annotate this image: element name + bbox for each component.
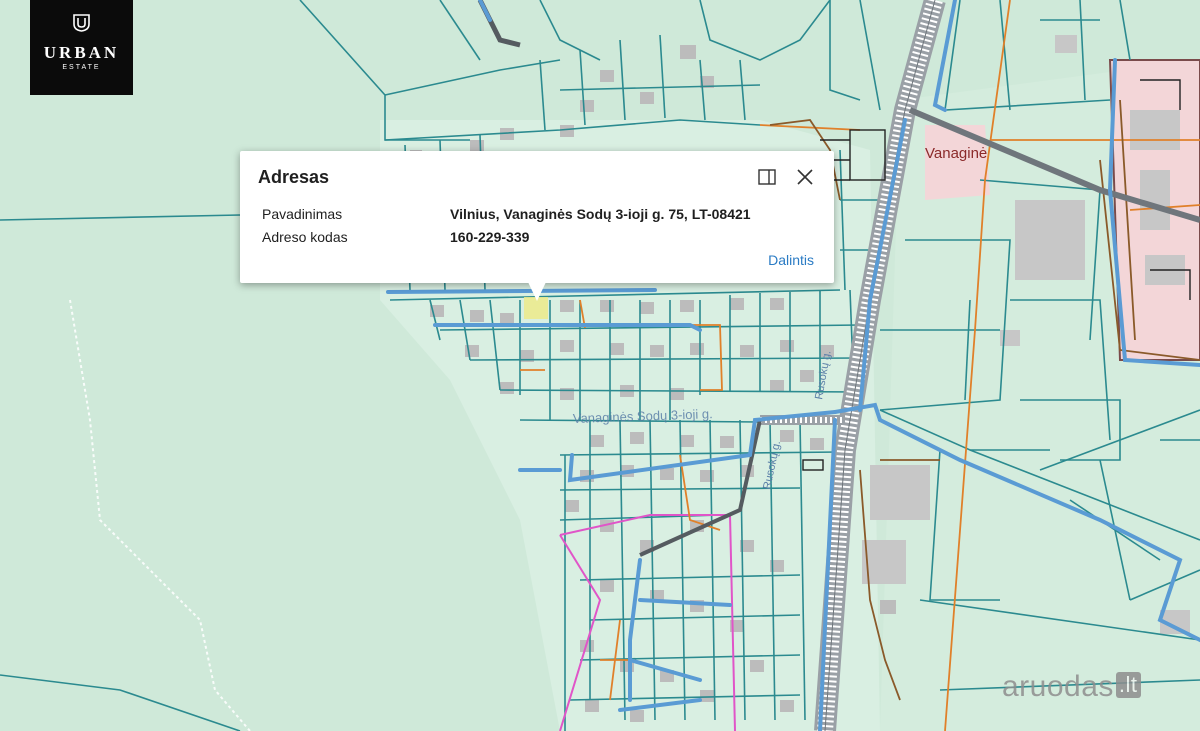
popup-pointer <box>528 282 546 301</box>
watermark-text: aruodas <box>1002 670 1114 703</box>
address-details-table: Pavadinimas Vilnius, Vanaginės Sodų 3-io… <box>262 205 751 251</box>
share-link[interactable]: Dalintis <box>768 252 814 268</box>
table-row: Adreso kodas 160-229-339 <box>262 228 751 251</box>
urban-estate-logo: URBAN ESTATE <box>30 0 133 95</box>
crest-icon <box>73 14 90 32</box>
aruodas-watermark: aruodas .lt <box>1002 670 1141 704</box>
address-code-label: Adreso kodas <box>262 228 348 245</box>
dock-panel-icon[interactable] <box>758 169 776 185</box>
name-label: Pavadinimas <box>262 205 343 222</box>
watermark-suffix: .lt <box>1115 672 1141 698</box>
popup-title: Adresas <box>258 167 330 187</box>
cadastral-map[interactable]: Vanaginė Vanaginės Sodų 3-ioji g. Rusokų… <box>0 0 1200 731</box>
address-popup: Adresas Pavadinimas Vilnius, Vanaginės S… <box>240 151 834 283</box>
address-code-value: 160-229-339 <box>450 228 530 245</box>
table-row: Pavadinimas Vilnius, Vanaginės Sodų 3-io… <box>262 205 751 228</box>
close-icon[interactable] <box>796 168 814 186</box>
district-label: Vanaginė <box>925 145 987 162</box>
name-value: Vilnius, Vanaginės Sodų 3-ioji g. 75, LT… <box>450 205 751 222</box>
logo-word-estate: ESTATE <box>62 64 101 71</box>
logo-word-urban: URBAN <box>43 43 120 62</box>
